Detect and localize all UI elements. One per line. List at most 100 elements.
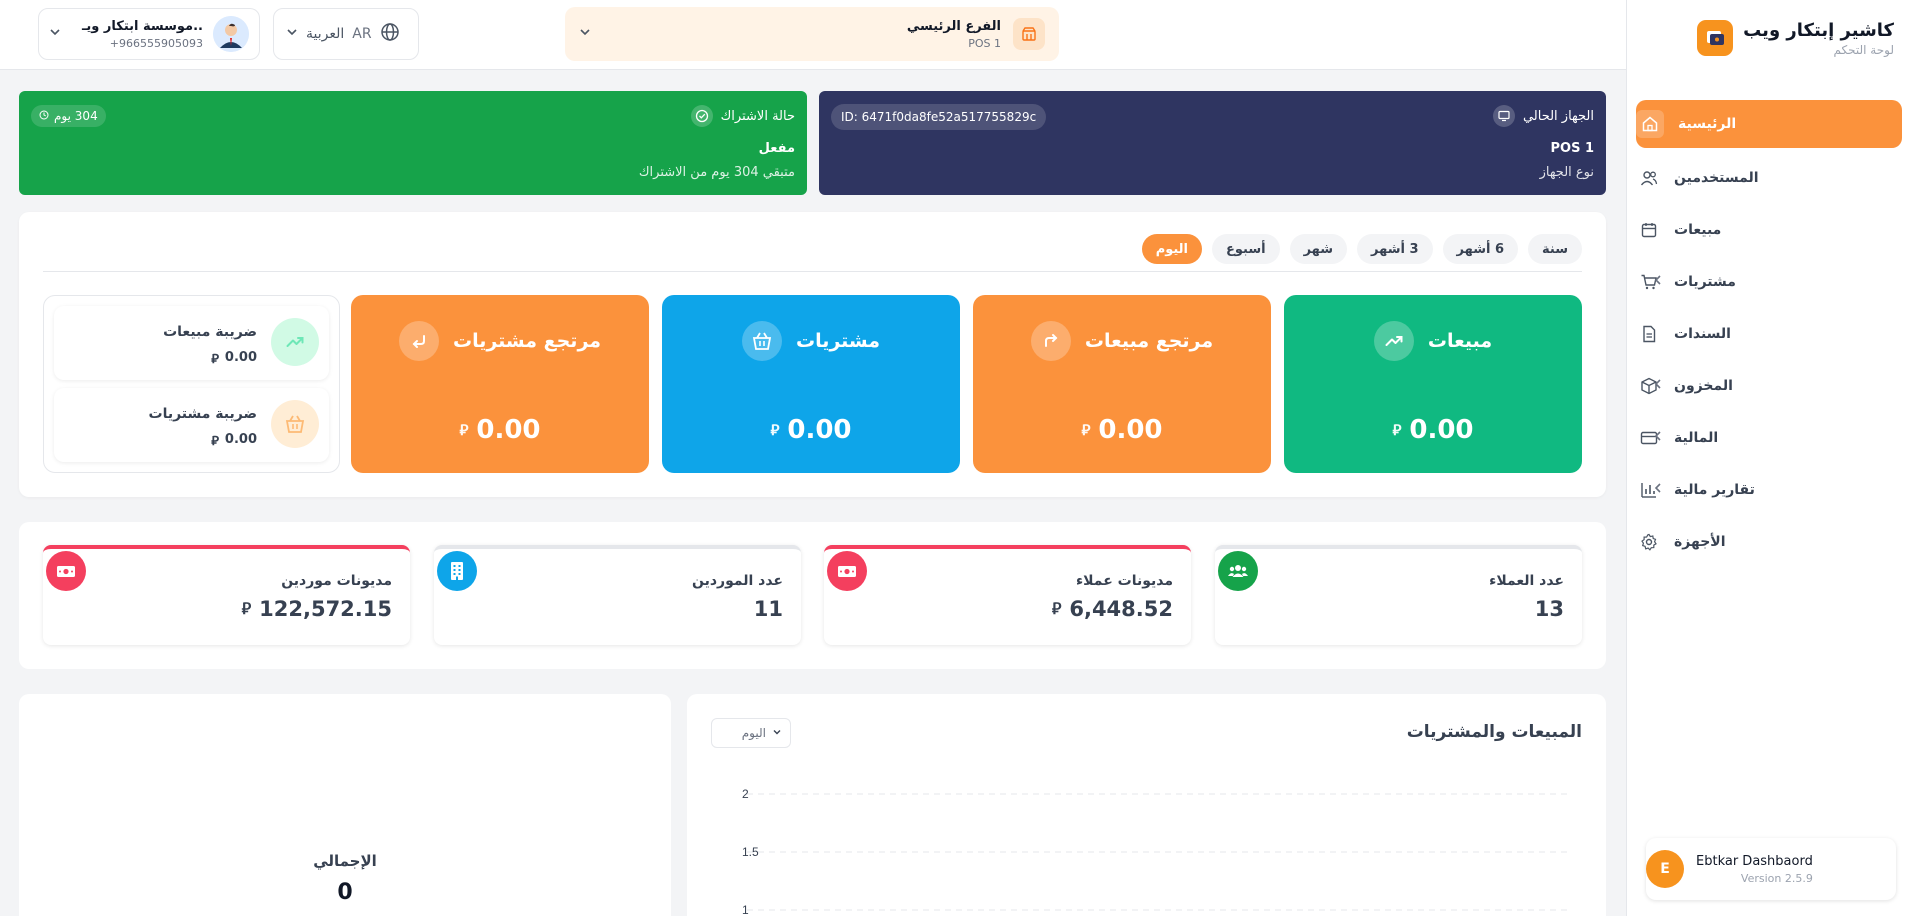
sidebar-nav: الرئيسية المستخدمين مبيعات مشتريات السندات ال… xyxy=(1626,100,1914,568)
return-right-icon xyxy=(1030,321,1071,361)
tax-item-0: ضريبة مبيعات 0.00 ⃁ xyxy=(54,306,329,380)
user-name: موسسة ابتكار ويـ.. xyxy=(81,18,203,34)
count-label: عدد العملاء xyxy=(1489,573,1564,589)
stat-card-value: 0.00 xyxy=(787,415,852,445)
riyal-icon: ⃁ xyxy=(770,420,780,439)
sidebar-item-8[interactable]: الأجهزة xyxy=(1638,516,1902,568)
document-icon xyxy=(1638,323,1660,345)
total-value: 0 xyxy=(337,880,353,905)
stat-card-3[interactable]: مرتجع مشتريات ⃁ 0.00 xyxy=(351,295,649,473)
sidebar-item-label: الأجهزة xyxy=(1674,534,1726,550)
basket-icon xyxy=(271,400,319,448)
branch-pos: POS 1 xyxy=(968,36,1001,50)
sales-chart-panel: المبيعات والمشتريات اليوم 2 1.5 1 xyxy=(687,694,1606,916)
riyal-icon: ⃁ xyxy=(1081,420,1091,439)
money-icon xyxy=(46,551,86,591)
riyal-icon: ⃁ xyxy=(211,352,219,367)
chevron-left-icon xyxy=(1652,482,1664,498)
sidebar-item-label: المالية xyxy=(1674,430,1719,446)
device-card: الجهاز الحالي POS 1 نوع الجهاز ID: 6471f… xyxy=(819,91,1606,195)
home-icon xyxy=(1636,110,1664,138)
brand-logo xyxy=(1697,20,1734,56)
stat-card-label: مشتريات xyxy=(795,330,881,352)
days-badge: 304 يوم xyxy=(31,105,106,127)
sidebar-item-label: تقارير مالية xyxy=(1674,482,1755,498)
y-tick-label: 1.5 xyxy=(742,845,759,859)
count-card-3[interactable]: مديونات موردين 122,572.15 ⃁ xyxy=(43,545,410,645)
people-icon xyxy=(1218,551,1258,591)
subscription-status: مفعل xyxy=(758,141,795,156)
period-tab-1[interactable]: أسبوع xyxy=(1212,234,1280,264)
sidebar-item-0[interactable]: الرئيسية xyxy=(1636,100,1902,148)
store-icon xyxy=(1013,18,1045,50)
trend-up-icon xyxy=(1373,321,1414,361)
count-card-0[interactable]: عدد العملاء 13 xyxy=(1215,545,1582,645)
monitor-icon xyxy=(1492,105,1515,127)
trend-up-icon xyxy=(271,318,319,366)
sidebar-item-label: المخزون xyxy=(1674,378,1733,394)
counts-panel: عدد العملاء 13 مديونات عملاء 6,448.52 ⃁ عدد ا… xyxy=(19,522,1606,669)
stat-card-1[interactable]: مرتجع مبيعات ⃁ 0.00 xyxy=(973,295,1271,473)
brand[interactable]: كاشير إبتكار ويب لوحة التحكم xyxy=(1697,16,1894,60)
count-label: مديونات موردين xyxy=(281,573,392,589)
brand-title: كاشير إبتكار ويب xyxy=(1743,19,1894,41)
avatar xyxy=(213,16,249,52)
riyal-icon: ⃁ xyxy=(1051,599,1062,618)
count-card-1[interactable]: مديونات عملاء 6,448.52 ⃁ xyxy=(824,545,1191,645)
sales-chart: 21.51 xyxy=(742,787,1567,916)
building-icon xyxy=(437,551,477,591)
stat-card-label: مرتجع مبيعات xyxy=(1084,330,1214,352)
user-menu[interactable]: موسسة ابتكار ويـ.. +966555905093 xyxy=(38,8,260,60)
users-icon xyxy=(1638,167,1660,189)
version-name: Ebtkar Dashbaord xyxy=(1696,853,1813,869)
sidebar-item-label: الرئيسية xyxy=(1678,116,1737,132)
branch-selector[interactable]: الفرع الرئيسي POS 1 xyxy=(565,7,1059,61)
globe-icon xyxy=(380,22,400,46)
total-label: الإجمالي xyxy=(313,852,377,870)
version-card[interactable]: E Ebtkar Dashbaord Version 2.5.9 xyxy=(1646,838,1896,900)
count-value: 11 xyxy=(753,597,783,621)
version-number: Version 2.5.9 xyxy=(1740,871,1813,885)
check-circle-icon xyxy=(690,105,713,127)
stat-card-2[interactable]: مشتريات ⃁ 0.00 xyxy=(662,295,960,473)
subscription-card: حالة الاشتراك مفعل متبقي 304 يوم من الاش… xyxy=(19,91,807,195)
chevron-down-icon xyxy=(579,26,591,42)
stat-card-0[interactable]: مبيعات ⃁ 0.00 xyxy=(1284,295,1582,473)
sidebar-item-6[interactable]: المالية xyxy=(1638,412,1902,464)
sidebar-item-label: المستخدمين xyxy=(1674,170,1759,186)
stats-panel: اليوم أسبوع شهر 3 أشهر 6 أشهر سنة مبيعات ⃁ 0.00… xyxy=(19,212,1606,497)
count-value: 122,572.15 xyxy=(259,597,392,621)
user-phone: +966555905093 xyxy=(109,36,203,50)
sidebar-item-4[interactable]: السندات xyxy=(1638,308,1902,360)
tax-label: ضريبة مبيعات xyxy=(163,324,257,340)
chevron-left-icon xyxy=(1652,378,1664,394)
count-label: مديونات عملاء xyxy=(1076,573,1173,589)
period-tab-5[interactable]: سنة xyxy=(1528,234,1582,264)
sidebar-item-7[interactable]: تقارير مالية xyxy=(1638,464,1902,516)
period-tab-0[interactable]: اليوم xyxy=(1141,234,1203,264)
count-label: عدد الموردين xyxy=(691,573,783,589)
period-tabs: اليوم أسبوع شهر 3 أشهر 6 أشهر سنة xyxy=(1141,234,1582,264)
tax-item-1: ضريبة مشتريات 0.00 ⃁ xyxy=(54,388,329,462)
sidebar-item-5[interactable]: المخزون xyxy=(1638,360,1902,412)
divider xyxy=(43,271,1582,272)
sidebar-item-label: مشتريات xyxy=(1674,274,1736,290)
language-selector[interactable]: العربية AR xyxy=(273,8,419,60)
count-value: 6,448.52 xyxy=(1069,597,1173,621)
chevron-down-icon xyxy=(286,26,298,42)
language-label: العربية xyxy=(306,26,345,42)
stat-card-value: 0.00 xyxy=(476,415,541,445)
chevron-left-icon xyxy=(1652,430,1664,446)
sidebar-item-2[interactable]: مبيعات xyxy=(1638,204,1902,256)
riyal-icon: ⃁ xyxy=(241,599,252,618)
subscription-card-title: حالة الاشتراك xyxy=(720,108,795,124)
period-tab-2[interactable]: شهر xyxy=(1289,234,1348,264)
period-tab-4[interactable]: 6 أشهر xyxy=(1442,234,1519,264)
sidebar-item-label: السندات xyxy=(1674,326,1731,342)
sidebar: كاشير إبتكار ويب لوحة التحكم الرئيسية الم… xyxy=(1626,0,1914,916)
count-card-2[interactable]: عدد الموردين 11 xyxy=(434,545,801,645)
period-tab-3[interactable]: 3 أشهر xyxy=(1357,234,1433,264)
sidebar-item-3[interactable]: مشتريات xyxy=(1638,256,1902,308)
tax-value: 0.00 xyxy=(224,432,257,447)
sidebar-item-1[interactable]: المستخدمين xyxy=(1638,152,1902,204)
